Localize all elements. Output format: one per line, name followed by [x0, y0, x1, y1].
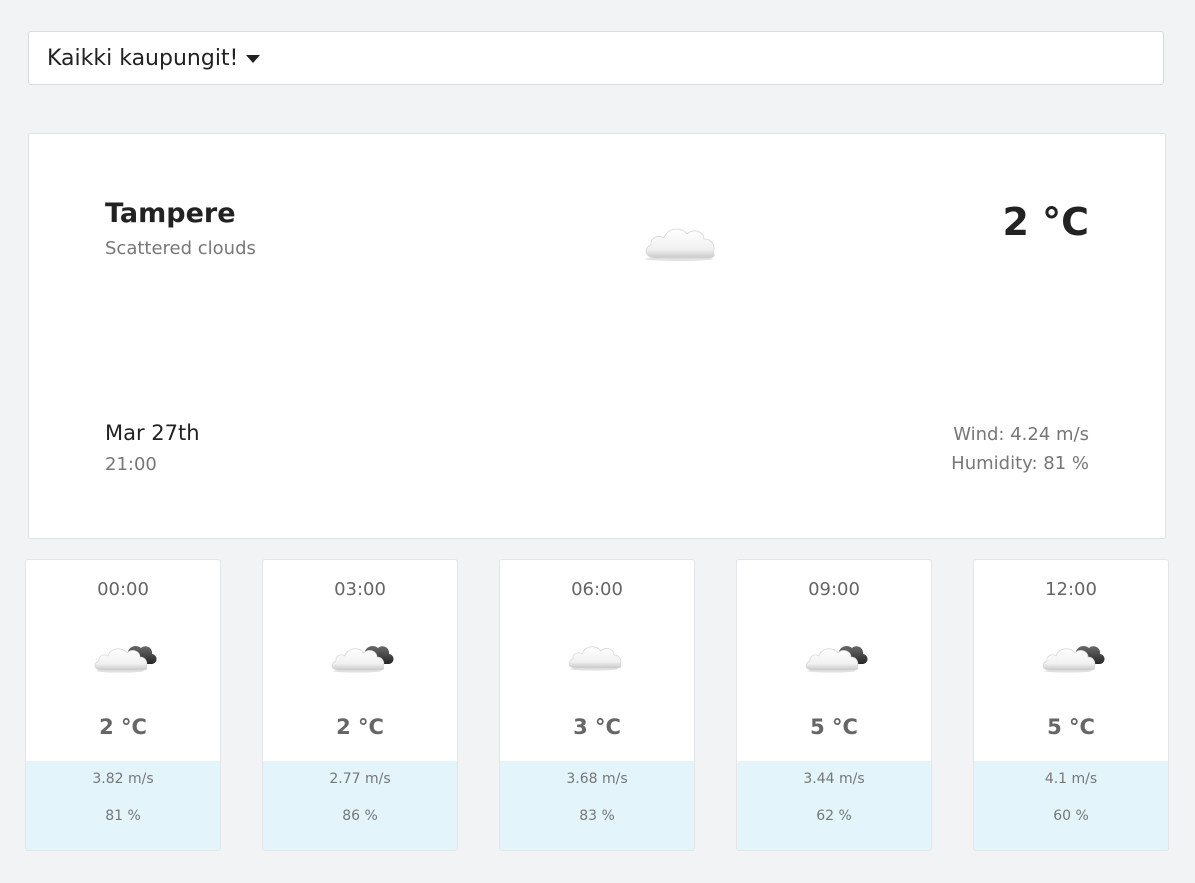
forecast-card: 00:00 2 °C 3.82 m/s 81 % [25, 559, 221, 851]
forecast-time: 06:00 [571, 579, 623, 600]
forecast-row: 00:00 2 °C 3.82 m/s 81 % 03:00 2 °C 2.77… [25, 559, 1170, 851]
forecast-temperature: 5 °C [1047, 715, 1095, 739]
current-date: Mar 27th [105, 421, 200, 445]
caret-down-icon [246, 55, 261, 63]
cloud-dark-cloud-icon [331, 645, 394, 673]
city-select-dropdown[interactable]: Kaikki kaupungit! [28, 31, 1164, 85]
forecast-humidity: 81 % [105, 808, 141, 824]
current-details: Wind: 4.24 m/s Humidity: 81 % [951, 420, 1089, 478]
forecast-footer: 4.1 m/s 60 % [974, 761, 1168, 850]
current-time: 21:00 [105, 454, 157, 475]
cloud-icon [568, 646, 622, 671]
forecast-temperature: 2 °C [99, 715, 147, 739]
cloud-icon [645, 228, 715, 261]
forecast-wind: 4.1 m/s [1044, 771, 1098, 787]
current-weather-card: Tampere Scattered clouds 2 °C Mar 27th 2… [28, 133, 1166, 539]
cloud-dark-cloud-icon [805, 645, 868, 673]
forecast-humidity: 60 % [1053, 808, 1089, 824]
forecast-wind: 3.68 m/s [566, 771, 628, 787]
city-name: Tampere [105, 198, 236, 229]
wind-value: Wind: 4.24 m/s [953, 424, 1089, 445]
forecast-humidity: 62 % [816, 808, 852, 824]
forecast-card: 12:00 5 °C 4.1 m/s 60 % [973, 559, 1169, 851]
weather-description: Scattered clouds [105, 238, 256, 259]
cloud-dark-cloud-icon [94, 645, 157, 673]
forecast-time: 00:00 [97, 579, 149, 600]
forecast-wind: 3.82 m/s [92, 771, 154, 787]
forecast-footer: 3.68 m/s 83 % [500, 761, 694, 850]
forecast-footer: 3.44 m/s 62 % [737, 761, 931, 850]
forecast-time: 09:00 [808, 579, 860, 600]
forecast-humidity: 83 % [579, 808, 615, 824]
cloud-dark-cloud-icon [1042, 645, 1105, 673]
humidity-value: Humidity: 81 % [951, 453, 1089, 474]
forecast-time: 12:00 [1045, 579, 1097, 600]
forecast-wind: 3.44 m/s [803, 771, 865, 787]
forecast-temperature: 2 °C [336, 715, 384, 739]
forecast-temperature: 5 °C [810, 715, 858, 739]
forecast-wind: 2.77 m/s [329, 771, 391, 787]
forecast-card: 03:00 2 °C 2.77 m/s 86 % [262, 559, 458, 851]
current-temperature: 2 °C [1002, 200, 1089, 244]
forecast-humidity: 86 % [342, 808, 378, 824]
forecast-card: 06:00 3 °C 3.68 m/s 83 % [499, 559, 695, 851]
forecast-footer: 2.77 m/s 86 % [263, 761, 457, 850]
forecast-card: 09:00 5 °C 3.44 m/s 62 % [736, 559, 932, 851]
forecast-footer: 3.82 m/s 81 % [26, 761, 220, 850]
forecast-time: 03:00 [334, 579, 386, 600]
forecast-temperature: 3 °C [573, 715, 621, 739]
city-select-label: Kaikki kaupungit! [47, 45, 239, 71]
